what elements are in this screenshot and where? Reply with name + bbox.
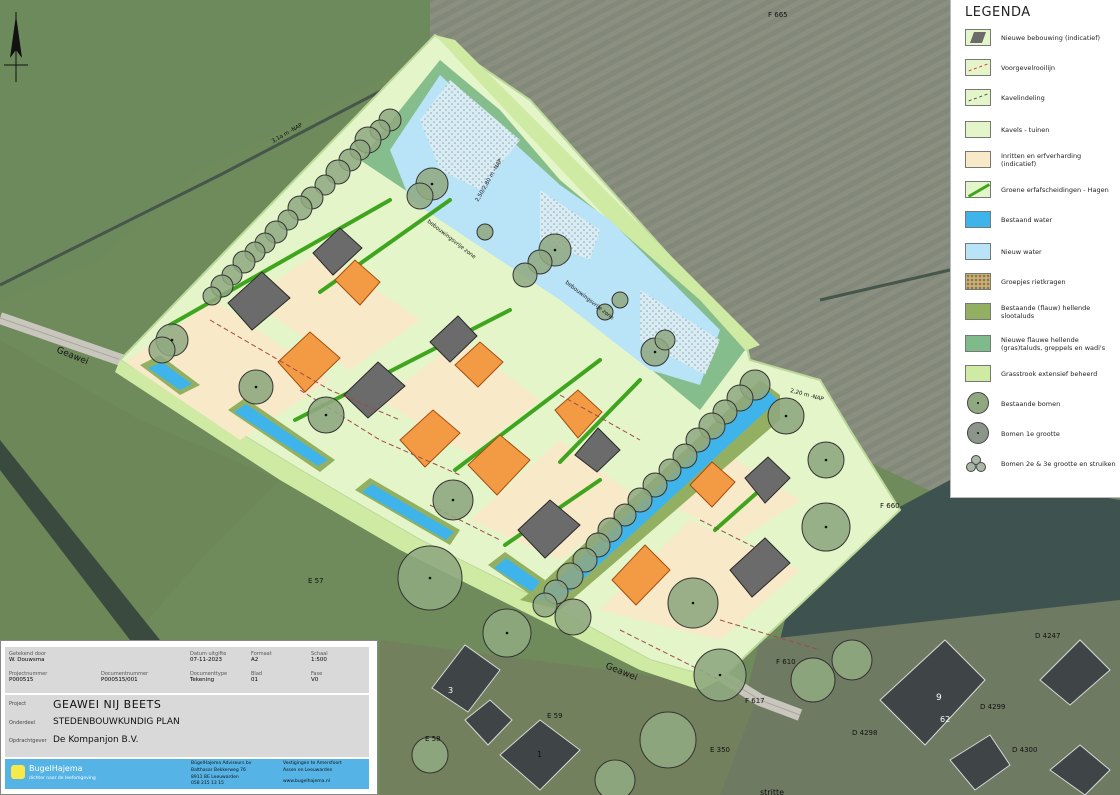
parcel-label-d4300: D 4300 xyxy=(1012,746,1037,754)
company-address-2: Balthasar Bekkerweg 76 xyxy=(191,768,246,773)
company-logo-icon xyxy=(11,765,25,779)
meta-document-type: Documenttype Tekening xyxy=(190,671,228,683)
reed-swatch xyxy=(965,273,991,290)
title-block-footer: BugelHajema dichter naar de leefomgeving… xyxy=(5,759,369,789)
company-address-1: BügelHajema Adviseurs bv xyxy=(191,761,252,766)
tree-icon xyxy=(965,422,991,444)
existing-tree-icon xyxy=(965,392,991,414)
meta-scale: Schaal 1:500 xyxy=(311,651,328,663)
legend-item-label: Bomen 1e grootte xyxy=(1001,430,1060,438)
parcel-label-f610: F 610 xyxy=(776,658,796,666)
house-number-62: 62 xyxy=(940,715,950,724)
legend-item: Kavelindeling xyxy=(965,84,1115,112)
parcel-label-f660: F 660 xyxy=(880,502,900,510)
parcel-label-e57: E 57 xyxy=(308,577,324,585)
legend-item: Nieuw water xyxy=(965,238,1115,266)
legend-item: Bestaand water xyxy=(965,206,1115,234)
legend-item-label: Groepjes rietkragen xyxy=(1001,278,1066,286)
parcel-label-d4247: D 4247 xyxy=(1035,632,1060,640)
new-slope-swatch xyxy=(965,335,991,352)
legend-item: Groepjes rietkragen xyxy=(965,268,1115,296)
house-number-1: 1 xyxy=(537,750,542,759)
legend-item: Kavels - tuinen xyxy=(965,116,1115,144)
slope-swatch xyxy=(965,303,991,320)
parcel-label-d4298: D 4298 xyxy=(852,729,877,737)
legend-item: Groene erfafscheidingen - Hagen xyxy=(965,176,1115,204)
new-water-swatch xyxy=(965,243,991,260)
title-block: Getekend door W. Douwsma Datum uitgifte 07… xyxy=(0,640,378,795)
legend-item: Nieuwe flauwe hellende (gras)taluds, gre… xyxy=(965,330,1115,358)
client-name: De Kompanjon B.V. xyxy=(53,735,139,745)
red-dash-line-swatch xyxy=(965,59,991,76)
legend-item-label: Kavels - tuinen xyxy=(1001,126,1050,134)
street-label-partial: stritte xyxy=(760,788,784,795)
meta-project-number: Projectnummer P000515 xyxy=(9,671,48,683)
house-number-3: 3 xyxy=(448,686,453,695)
meta-drawn-by: Getekend door W. Douwsma xyxy=(9,651,47,663)
meta-date: Datum uitgifte 07-11-2023 xyxy=(190,651,227,663)
subject-key: Onderdeel xyxy=(9,720,36,726)
legend-item-label: Bomen 2e & 3e grootte en struiken xyxy=(1001,460,1116,468)
parcel-label-e59: E 59 xyxy=(547,712,563,720)
legend-item: Bestaande (flauw) hellende slootaluds xyxy=(965,298,1115,326)
meta-document-number: Documentnummer P000515/001 xyxy=(101,671,149,683)
legend-item-label: Nieuw water xyxy=(1001,248,1042,256)
legend-item-label: Nieuwe bebouwing (indicatief) xyxy=(1001,34,1101,42)
parcel-label-d4299: D 4299 xyxy=(980,703,1005,711)
project-title: GEAWEI NIJ BEETS xyxy=(53,698,162,711)
company-name: BugelHajema xyxy=(29,764,83,773)
title-block-meta: Getekend door W. Douwsma Datum uitgifte 07… xyxy=(5,647,369,693)
legend-item-label: Bestaande (flauw) hellende slootaluds xyxy=(1001,304,1091,320)
legend-item: Bestaande bomen xyxy=(965,390,1115,418)
company-website: www.bugelhajema.nl xyxy=(283,779,330,784)
company-address-3: 8911 BE Leeuwarden xyxy=(191,775,239,780)
legend-item: Bomen 2e & 3e grootte en struiken xyxy=(965,450,1116,478)
legend-item-label: Grasstrook extensief beheerd xyxy=(1001,370,1098,378)
legend-item-label: Inritten en erfverharding (indicatief) xyxy=(1001,152,1082,168)
parcel-label-e58: E 58 xyxy=(425,735,441,743)
company-offices-1: Vestigingen te Amersfoort xyxy=(283,761,342,766)
small-trees-icon xyxy=(965,455,991,472)
meta-phase: Fase V0 xyxy=(311,671,323,683)
water-swatch xyxy=(965,211,991,228)
parcel-label-e350: E 350 xyxy=(710,746,730,754)
legend-item-label: Bestaande bomen xyxy=(1001,400,1061,408)
grass-swatch xyxy=(965,365,991,382)
legend-item-label: Nieuwe flauwe hellende (gras)taluds, gre… xyxy=(1001,336,1106,352)
legend-panel: LEGENDA Nieuwe bebouwing (indicatief) Voo… xyxy=(950,0,1120,498)
parcel-label-f665: F 665 xyxy=(768,11,788,19)
legend-item-label: Bestaand water xyxy=(1001,216,1053,224)
project-key: Project xyxy=(9,701,27,707)
company-phone: 058 215 13 15 xyxy=(191,781,224,786)
house-number-9: 9 xyxy=(936,693,942,703)
meta-format: Formaat A2 xyxy=(251,651,272,663)
garden-swatch xyxy=(965,121,991,138)
dash-line-swatch xyxy=(965,89,991,106)
subject-title: STEDENBOUWKUNDIG PLAN xyxy=(53,717,180,727)
legend-item-label: Voorgevelrooilijn xyxy=(1001,64,1056,72)
parcel-label-f617: F 617 xyxy=(745,697,765,705)
house-swatch xyxy=(965,29,991,46)
legend-title: LEGENDA xyxy=(965,5,1031,20)
legend-item: Voorgevelrooilijn xyxy=(965,54,1115,82)
hedge-swatch xyxy=(965,181,991,198)
title-block-main: Project GEAWEI NIJ BEETS Onderdeel STEDE… xyxy=(5,695,369,757)
meta-sheet: Blad 01 xyxy=(251,671,263,683)
company-offices-2: Assen en Leeuwarden xyxy=(283,768,333,773)
legend-item: Inritten en erfverharding (indicatief) xyxy=(965,146,1115,174)
client-key: Opdrachtgever xyxy=(9,738,47,744)
legend-item-label: Groene erfafscheidingen - Hagen xyxy=(1001,186,1109,194)
legend-item-label: Kavelindeling xyxy=(1001,94,1045,102)
paving-swatch xyxy=(965,151,991,168)
company-tagline: dichter naar de leefomgeving xyxy=(29,776,96,781)
legend-item: Grasstrook extensief beheerd xyxy=(965,360,1115,388)
legend-item: Bomen 1e grootte xyxy=(965,420,1115,448)
legend-item: Nieuwe bebouwing (indicatief) xyxy=(965,24,1115,52)
